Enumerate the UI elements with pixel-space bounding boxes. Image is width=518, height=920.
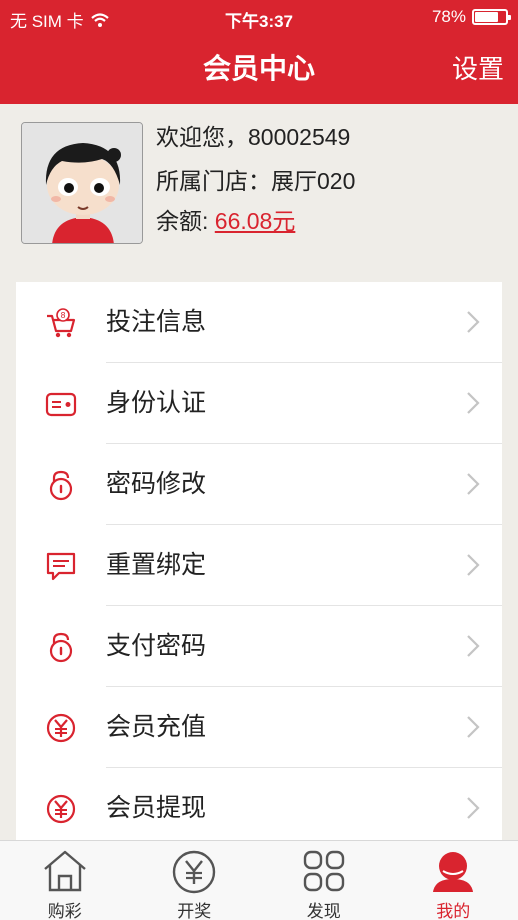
- welcome-text: 欢迎您，80002549: [156, 124, 351, 150]
- tab-label: 发现: [306, 902, 341, 920]
- tab-label: 购彩: [47, 902, 82, 920]
- avatar[interactable]: [21, 122, 143, 244]
- menu-item-withdraw[interactable]: 会员提现: [16, 768, 502, 849]
- menu-item-label: 身份认证: [106, 389, 207, 417]
- menu-item-label: 会员提现: [106, 794, 207, 822]
- battery-icon: [472, 9, 511, 25]
- home-icon: [43, 850, 86, 892]
- menu-item-identity[interactable]: 身份认证: [16, 363, 502, 444]
- tab-draw-results[interactable]: 开奖: [130, 841, 260, 920]
- lock-icon: [49, 632, 73, 663]
- menu-list: 8 投注信息 身份认证 密码修改 重置绑定 支付密码 会员充值 会员提现: [16, 282, 502, 842]
- menu-item-label: 支付密码: [106, 632, 207, 660]
- menu-item-pay-password[interactable]: 支付密码: [16, 606, 502, 687]
- tab-buy-lottery[interactable]: 购彩: [0, 841, 130, 920]
- chevron-right-icon: [467, 716, 480, 738]
- menu-item-recharge[interactable]: 会员充值: [16, 687, 502, 768]
- profile-section: 欢迎您，80002549 所属门店：展厅020 余额: 66.08元: [0, 104, 518, 272]
- yuan-icon: [46, 713, 76, 743]
- avatar-cartoon-icon: [22, 123, 142, 243]
- store-text: 所属门店：展厅020: [156, 168, 356, 194]
- menu-item-reset-binding[interactable]: 重置绑定: [16, 525, 502, 606]
- id-card-icon: [45, 392, 77, 417]
- menu-item-label: 投注信息: [106, 308, 207, 336]
- yuan-circle-icon: [173, 850, 216, 894]
- chevron-right-icon: [467, 473, 480, 495]
- status-right: 78%: [431, 7, 511, 27]
- balance-value[interactable]: 66.08元: [215, 208, 296, 234]
- menu-item-label: 密码修改: [106, 470, 207, 498]
- battery-percent: 78%: [431, 7, 466, 26]
- lock-icon: [49, 470, 73, 501]
- menu-item-bet-info[interactable]: 8 投注信息: [16, 282, 502, 363]
- cart-icon: 8: [47, 308, 76, 338]
- chevron-right-icon: [467, 554, 480, 576]
- tab-bar: 购彩 开奖 发现 我的: [0, 840, 518, 920]
- message-icon: [46, 552, 76, 581]
- tab-mine[interactable]: 我的: [389, 841, 518, 920]
- chevron-right-icon: [467, 635, 480, 657]
- chevron-right-icon: [467, 797, 480, 819]
- tab-discover[interactable]: 发现: [259, 841, 389, 920]
- chevron-right-icon: [467, 311, 480, 333]
- tab-label: 开奖: [177, 902, 212, 920]
- grid-icon: [303, 850, 344, 892]
- menu-item-label: 重置绑定: [106, 551, 207, 579]
- chevron-right-icon: [467, 392, 480, 414]
- menu-item-change-password[interactable]: 密码修改: [16, 444, 502, 525]
- user-icon: [433, 852, 474, 892]
- balance-row: 余额: 66.08元: [156, 202, 295, 236]
- settings-button[interactable]: 设置: [452, 34, 504, 104]
- menu-item-label: 会员充值: [106, 713, 207, 741]
- balance-label: 余额:: [156, 208, 215, 234]
- page-title: 会员中心: [202, 53, 315, 84]
- tab-label: 我的: [436, 902, 471, 920]
- status-bar: 无 SIM 卡 下午3:37 78%: [0, 0, 518, 34]
- svg-text:8: 8: [60, 311, 65, 320]
- nav-bar: 会员中心 设置: [0, 34, 518, 104]
- yuan-icon: [46, 794, 76, 824]
